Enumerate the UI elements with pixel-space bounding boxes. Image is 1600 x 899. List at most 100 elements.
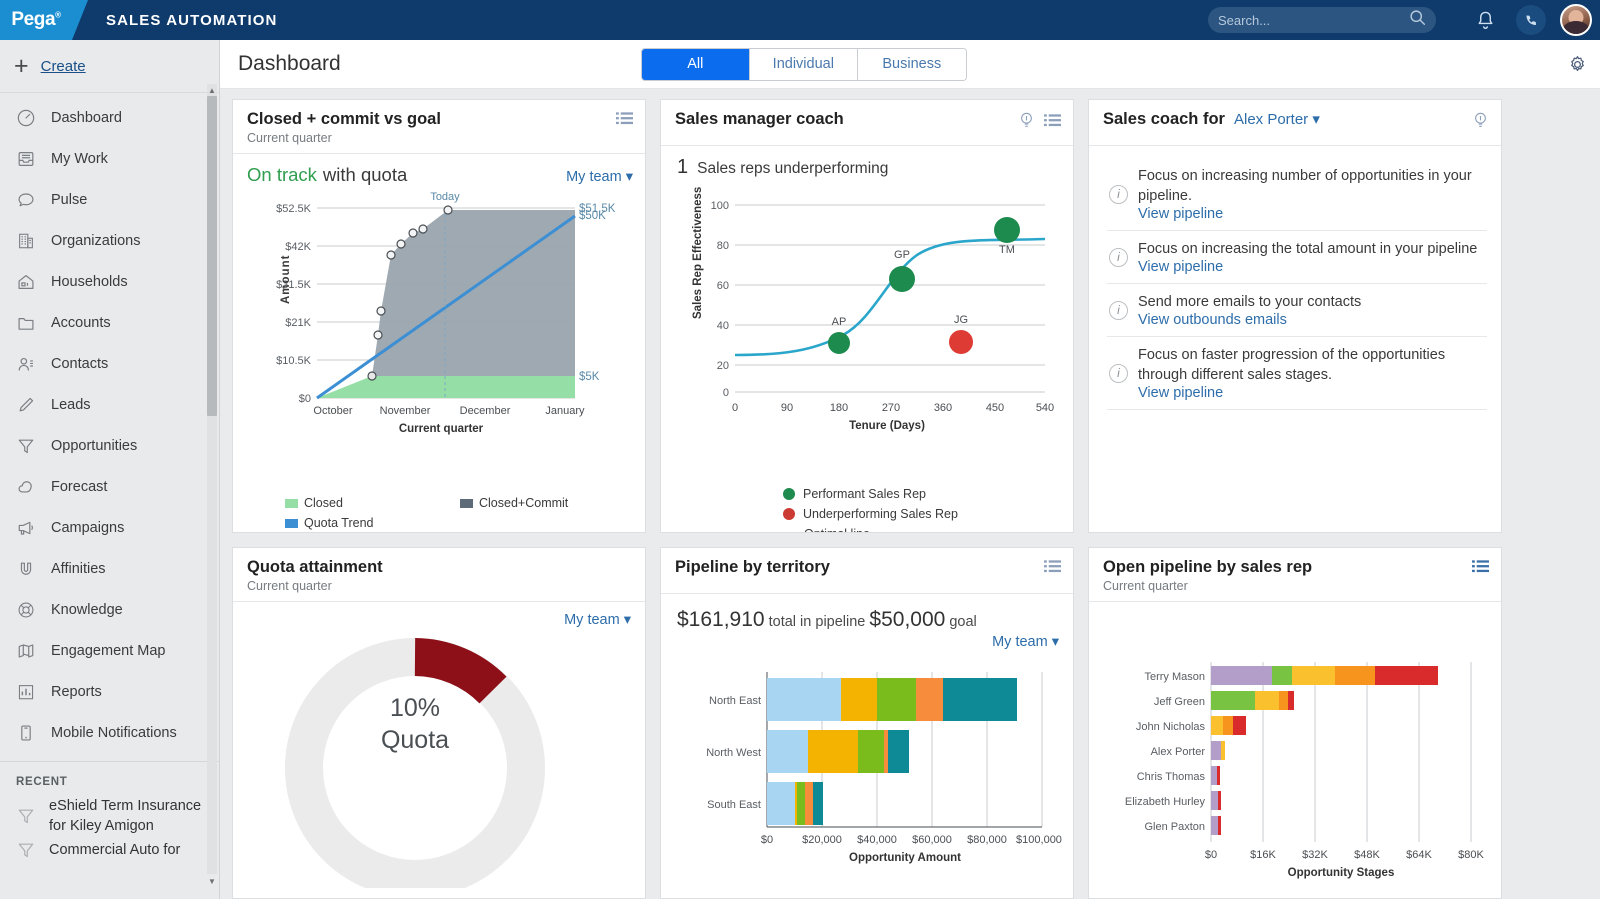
svg-text:$16K: $16K <box>1250 849 1276 861</box>
search-box[interactable] <box>1208 7 1436 33</box>
sidebar-item-dashboard[interactable]: Dashboard <box>0 97 219 138</box>
svg-text:North East: North East <box>709 695 761 707</box>
search-icon[interactable] <box>1409 9 1426 31</box>
sidebar-item-affinities[interactable]: Affinities <box>0 548 219 589</box>
lightbulb-icon[interactable] <box>1472 111 1489 129</box>
list-icon[interactable] <box>1044 113 1061 128</box>
coach-tip-item: i Focus on increasing number of opportun… <box>1107 158 1487 231</box>
card-header: Quota attainment Current quarter <box>233 548 645 602</box>
sidebar-item-leads[interactable]: Leads <box>0 384 219 425</box>
card-title: Sales coach for <box>1103 110 1225 128</box>
coach-tip-link[interactable]: View pipeline <box>1138 385 1483 401</box>
notifications-button[interactable] <box>1462 0 1508 40</box>
card-sales-manager-coach: Sales manager coach 1 Sales reps underpe… <box>660 99 1074 533</box>
card-body: On track with quota My team ▾ $52.5K $42… <box>233 154 645 532</box>
sales-rep-effectiveness-chart: 100 80 60 40 20 0 Sales Rep Effectivenes… <box>692 187 1054 432</box>
card-body: My team ▾ 10% Quota <box>233 602 645 898</box>
sidebar-item-forecast[interactable]: Forecast <box>0 466 219 507</box>
sidebar-item-label: Campaigns <box>51 519 125 536</box>
card-header: Pipeline by territory <box>661 548 1073 594</box>
svg-text:October: October <box>313 405 352 417</box>
sidebar-item-knowledge[interactable]: Knowledge <box>0 589 219 630</box>
card-title: Quota attainment <box>247 558 383 576</box>
legend-swatch <box>783 508 795 520</box>
underperforming-label: Sales reps underperforming <box>697 160 889 177</box>
create-button[interactable]: + Create <box>0 40 219 93</box>
cloud-icon <box>16 477 36 497</box>
sidebar-item-opportunities[interactable]: Opportunities <box>0 425 219 466</box>
chevron-down-icon: ▾ <box>1051 634 1059 650</box>
bar-jeff-green <box>1211 691 1294 710</box>
underperforming-summary: 1 Sales reps underperforming <box>673 154 1063 179</box>
bell-icon <box>1478 11 1492 29</box>
svg-text:December: December <box>460 405 511 417</box>
sidebar-item-households[interactable]: Households <box>0 261 219 302</box>
info-icon: i <box>1109 184 1128 204</box>
tab-all[interactable]: All <box>641 48 750 80</box>
team-filter-dropdown[interactable]: My team ▾ <box>566 169 633 185</box>
funnel-icon <box>16 436 36 456</box>
chart-legend: Performant Sales Rep Underperforming Sal… <box>673 484 1063 532</box>
sidebar-item-organizations[interactable]: Organizations <box>0 220 219 261</box>
svg-text:Jeff Green: Jeff Green <box>1154 696 1205 708</box>
coach-tip-link[interactable]: View pipeline <box>1138 206 1483 222</box>
person-card-icon <box>16 354 36 374</box>
building-icon <box>16 231 36 251</box>
svg-text:$0: $0 <box>299 393 311 405</box>
search-input[interactable] <box>1218 12 1409 28</box>
svg-text:90: 90 <box>781 402 793 414</box>
sidebar-item-reports[interactable]: Reports <box>0 671 219 712</box>
sidebar-item-campaigns[interactable]: Campaigns <box>0 507 219 548</box>
sidebar-item-engagement-map[interactable]: Engagement Map <box>0 630 219 671</box>
team-filter-dropdown[interactable]: My team ▾ <box>992 634 1059 650</box>
sidebar-item-mobile-notifications[interactable]: Mobile Notifications <box>0 712 219 753</box>
main-area: Dashboard All Individual Business Closed… <box>220 40 1600 899</box>
recent-item-2[interactable]: Commercial Auto for <box>0 838 219 862</box>
sidebar-scrollbar-thumb[interactable] <box>207 96 217 416</box>
house-icon <box>16 272 36 292</box>
list-icon[interactable] <box>616 111 633 126</box>
svg-text:Opportunity Stages: Opportunity Stages <box>1288 867 1395 879</box>
team-filter-dropdown[interactable]: My team ▾ <box>564 612 631 628</box>
create-label[interactable]: Create <box>41 58 86 75</box>
pipeline-total-amount: $161,910 <box>677 608 765 631</box>
lightbulb-icon[interactable] <box>1018 111 1035 129</box>
tab-individual[interactable]: Individual <box>749 48 858 80</box>
sidebar-item-accounts[interactable]: Accounts <box>0 302 219 343</box>
recent-item-1[interactable]: eShield Term Insurance for Kiley Amigon <box>0 794 219 838</box>
svg-text:North West: North West <box>706 747 761 759</box>
sidebar-item-my-work[interactable]: My Work <box>0 138 219 179</box>
bar-north-west <box>767 730 909 773</box>
team-filter-label: My team <box>566 169 622 185</box>
call-button[interactable] <box>1508 0 1554 40</box>
recent-item-label: eShield Term Insurance for Kiley Amigon <box>49 798 202 834</box>
app-title: SALES AUTOMATION <box>106 11 278 29</box>
card-title: Sales manager coach <box>675 110 844 128</box>
sidebar-item-label: Affinities <box>51 560 106 577</box>
scroll-down-icon[interactable]: ▼ <box>207 875 217 887</box>
dashboard-grid: Closed + commit vs goal Current quarter … <box>220 89 1600 899</box>
sidebar-item-contacts[interactable]: Contacts <box>0 343 219 384</box>
team-filter-label: My team <box>992 634 1048 650</box>
svg-text:Sales Rep Effectiveness: Sales Rep Effectiveness <box>692 187 704 319</box>
sales-coach-person-dropdown[interactable]: Alex Porter ▾ <box>1234 110 1320 128</box>
scroll-up-icon[interactable]: ▲ <box>207 84 217 96</box>
list-icon[interactable] <box>1472 559 1489 574</box>
mobile-icon <box>16 723 36 743</box>
sidebar-item-pulse[interactable]: Pulse <box>0 179 219 220</box>
pega-logo[interactable]: Pega® <box>0 0 88 40</box>
pipeline-total-label: total in pipeline <box>768 614 866 630</box>
coach-tip-link[interactable]: View pipeline <box>1138 259 1477 275</box>
legend-label: Performant Sales Rep <box>803 487 926 501</box>
card-header: Sales coach for Alex Porter ▾ <box>1089 100 1501 146</box>
bar-south-east <box>767 782 823 825</box>
list-icon[interactable] <box>1044 559 1061 574</box>
settings-button[interactable] <box>1567 54 1588 75</box>
coach-tip-text: Send more emails to your contacts <box>1138 294 1362 310</box>
avatar[interactable] <box>1560 4 1592 36</box>
coach-tip-link[interactable]: View outbounds emails <box>1138 312 1361 328</box>
legend-item: Underperforming Sales Rep <box>783 504 958 524</box>
phone-icon <box>1516 5 1546 35</box>
tab-business[interactable]: Business <box>857 48 966 80</box>
sidebar-item-label: Reports <box>51 683 102 700</box>
